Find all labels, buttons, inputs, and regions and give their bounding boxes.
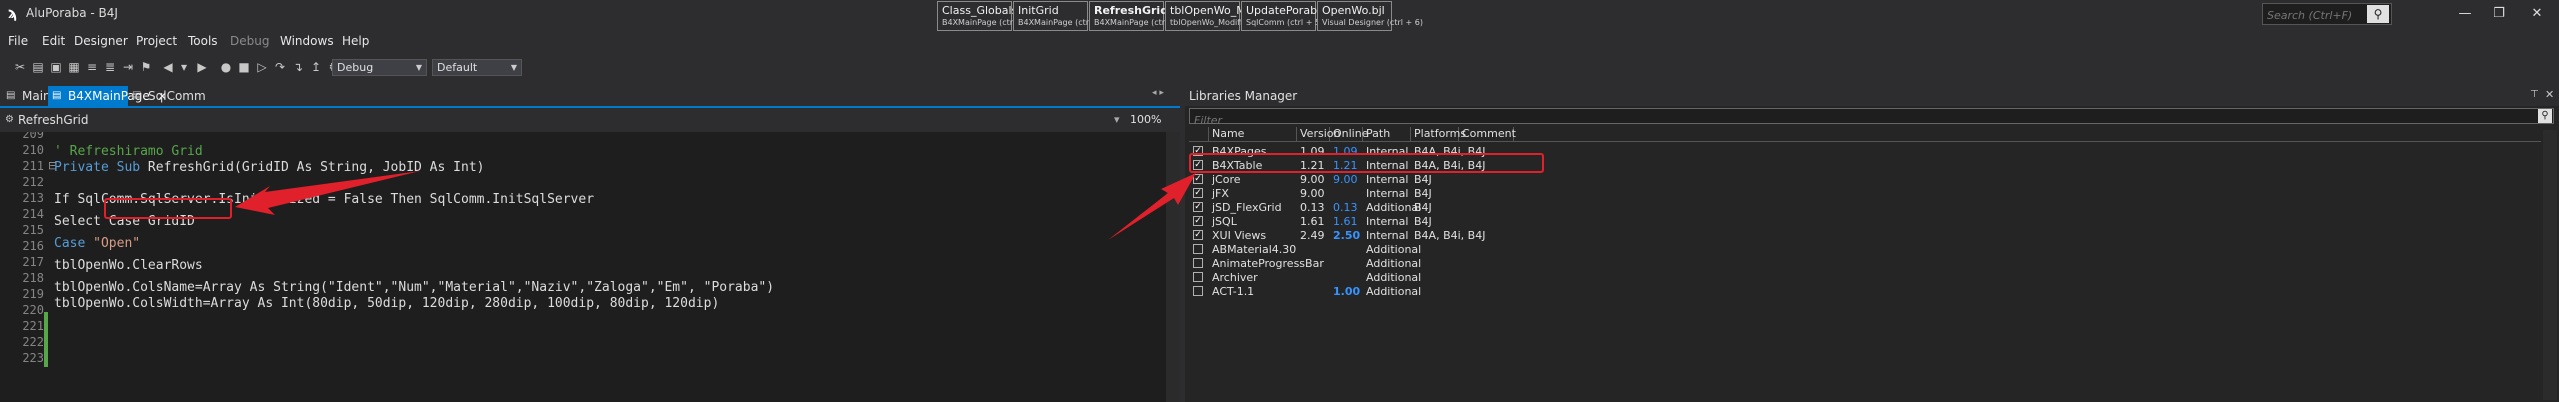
arrow-to-flexgrid-icon	[1108, 173, 1196, 240]
arrow-to-clearrows-icon	[235, 171, 420, 215]
annotation-arrows	[235, 171, 1196, 240]
